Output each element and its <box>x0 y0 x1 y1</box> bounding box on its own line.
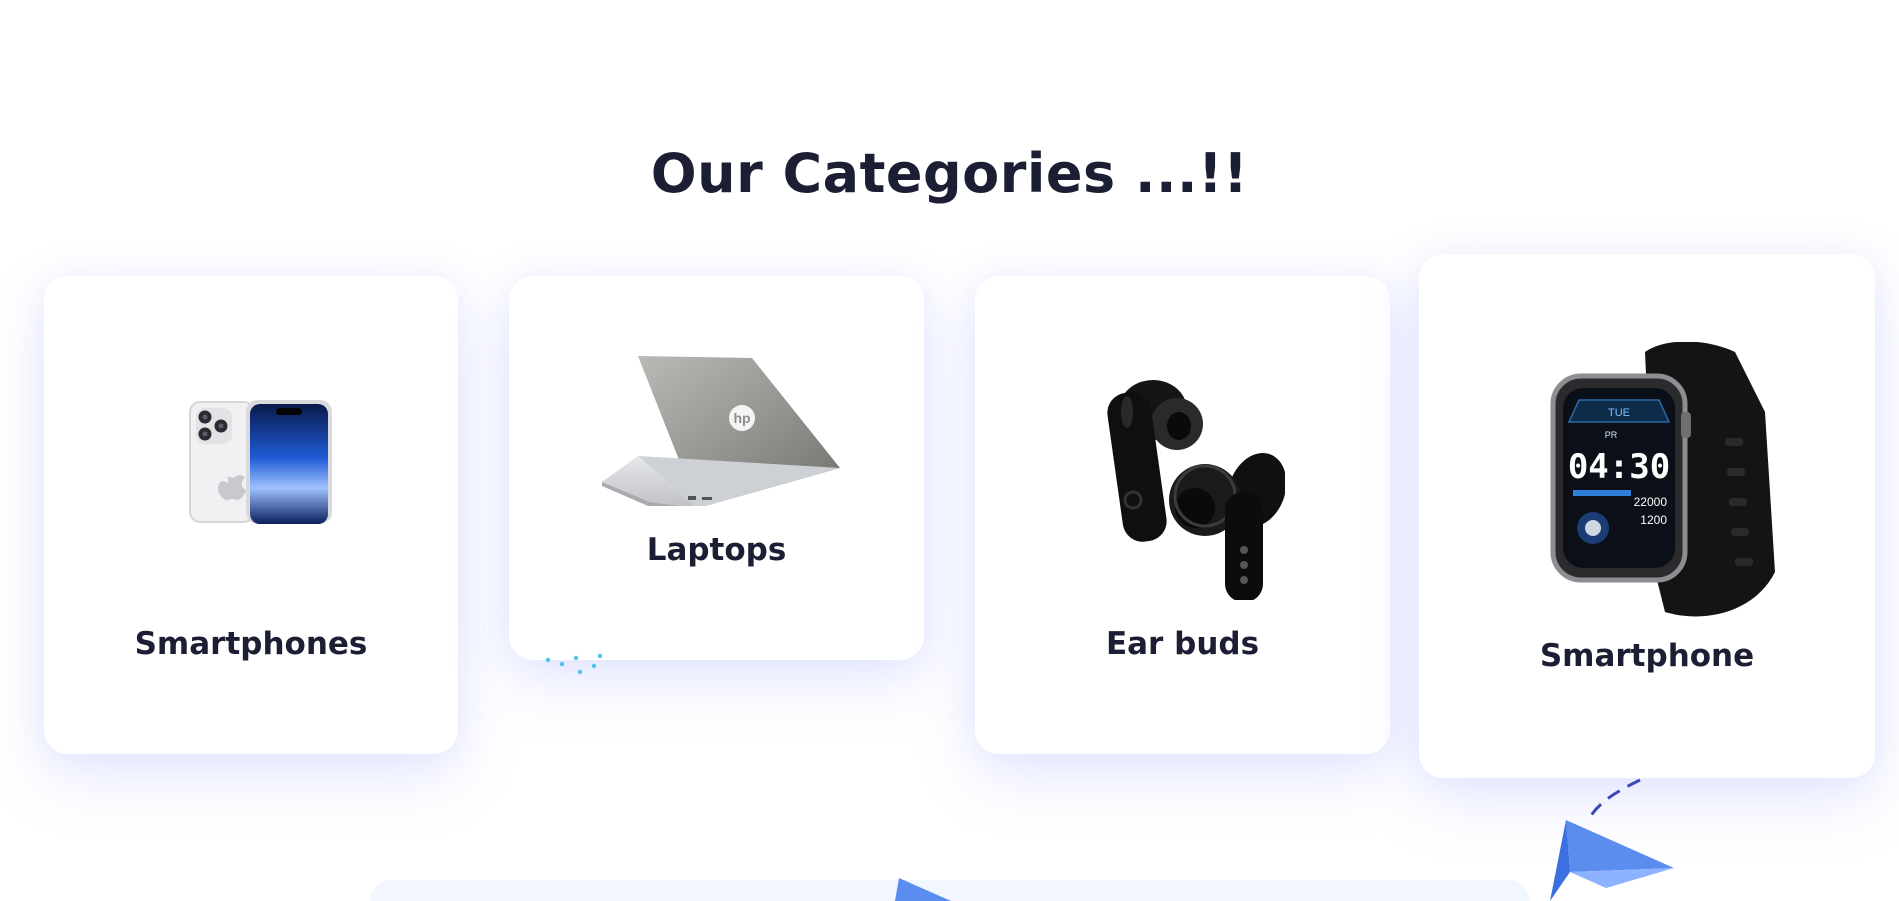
category-label: Smartphone <box>1539 638 1755 674</box>
category-card-smartphones[interactable]: Smartphones <box>44 276 458 754</box>
smartwatch-image: TUE PR 04:30 22000 1200 <box>1550 342 1775 617</box>
watch-time: 04:30 <box>1568 447 1670 487</box>
section-title: Our Categories ...!! <box>650 142 1249 205</box>
paper-plane-small-icon <box>895 878 951 901</box>
decorative-dots-icon <box>545 653 603 675</box>
category-label: Laptops <box>646 532 787 568</box>
category-card-laptops[interactable]: hp Laptops <box>509 276 924 660</box>
earbuds-image <box>1107 380 1285 600</box>
category-card-earbuds[interactable]: Ear buds <box>975 276 1390 754</box>
category-label: Ear buds <box>1105 626 1260 662</box>
category-card-smartwatch[interactable]: TUE PR 04:30 22000 1200 Smartphone <box>1419 254 1875 778</box>
watch-calories: 1200 <box>1640 513 1667 527</box>
laptop-image: hp <box>602 356 840 506</box>
smartphone-image <box>189 400 332 524</box>
category-label: Smartphones <box>134 626 368 662</box>
watch-day: TUE <box>1608 407 1630 419</box>
svg-text:hp: hp <box>733 410 750 426</box>
watch-mode: PR <box>1605 430 1618 440</box>
watch-steps: 22000 <box>1634 495 1668 509</box>
paper-plane-icon <box>1550 778 1674 901</box>
categories-page: Our Categories ...!! Smartphones hp Lapt… <box>0 0 1899 901</box>
